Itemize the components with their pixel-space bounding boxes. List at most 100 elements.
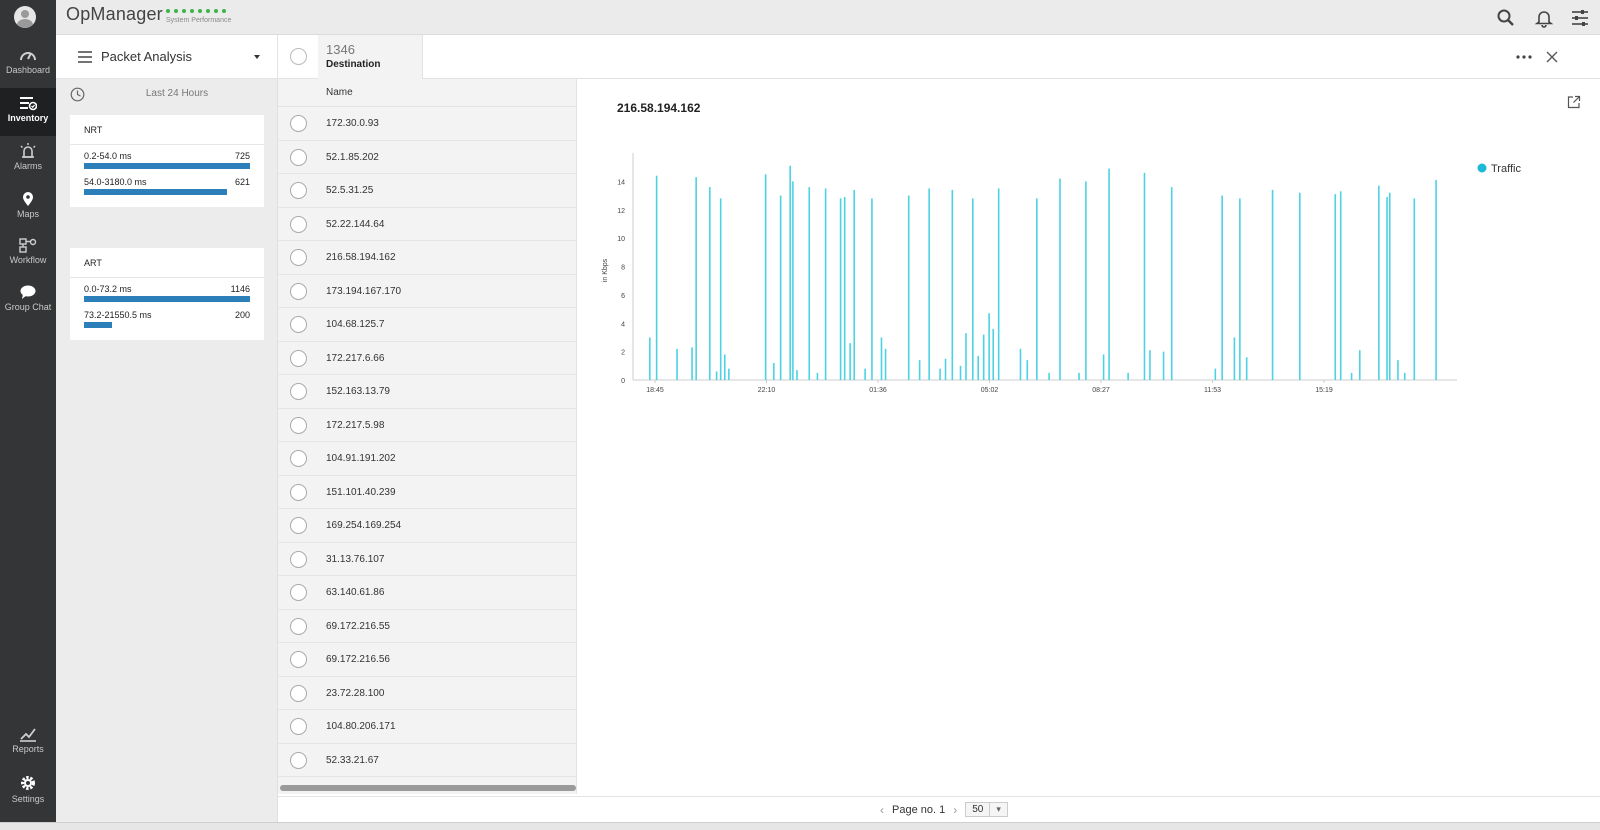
traffic-spike	[1170, 187, 1173, 380]
close-icon[interactable]	[1546, 51, 1558, 63]
row-select-radio[interactable]	[290, 450, 307, 467]
art-bucket-row[interactable]: 0.0-73.2 ms 1146	[84, 284, 250, 306]
row-select-radio[interactable]	[290, 584, 307, 601]
list-item[interactable]: 69.172.216.56	[278, 643, 576, 677]
destination-tab[interactable]: 1346 Destination	[278, 35, 424, 79]
list-item[interactable]: 31.13.76.107	[278, 543, 576, 576]
list-item[interactable]: 52.5.31.25	[278, 174, 576, 208]
row-select-radio[interactable]	[290, 249, 307, 266]
list-item[interactable]: 52.1.85.202	[278, 141, 576, 174]
top-bar: OpManager System Performance	[56, 0, 1600, 35]
traffic-spike	[1078, 372, 1080, 380]
row-select-radio[interactable]	[290, 550, 307, 568]
nav-item-workflow[interactable]: Workflow	[0, 230, 56, 278]
row-select-radio[interactable]	[290, 215, 307, 233]
nav-item-alarms[interactable]: Alarms	[0, 136, 56, 184]
list-item[interactable]: 169.254.169.254	[278, 509, 576, 543]
map-pin-icon	[23, 192, 33, 206]
list-item[interactable]: 104.80.206.171	[278, 710, 576, 744]
nav-item-settings[interactable]: Settings	[0, 767, 56, 815]
row-select-radio[interactable]	[290, 517, 307, 534]
prev-page-icon[interactable]: ‹	[880, 803, 884, 817]
art-card: ART 0.0-73.2 ms 1146 73.2-21550.5 ms 200	[70, 248, 264, 340]
nav-item-inventory[interactable]: Inventory	[0, 88, 56, 136]
user-avatar[interactable]	[14, 6, 36, 28]
column-header-name[interactable]: Name	[326, 87, 353, 98]
list-item[interactable]: 104.68.125.7	[278, 308, 576, 342]
list-item[interactable]: 63.140.61.86	[278, 576, 576, 610]
traffic-spike	[884, 348, 887, 380]
list-item[interactable]: 152.163.13.79	[278, 375, 576, 409]
search-icon[interactable]	[1496, 8, 1516, 28]
module-selector[interactable]: Packet Analysis	[56, 35, 278, 79]
destination-ip: 31.13.76.107	[326, 553, 385, 565]
nav-item-maps[interactable]: Maps	[0, 184, 56, 232]
row-select-radio[interactable]	[290, 282, 307, 300]
row-select-radio[interactable]	[290, 148, 307, 166]
destination-ip: 52.22.144.64	[326, 218, 385, 230]
row-select-radio[interactable]	[290, 316, 307, 333]
module-label: Packet Analysis	[101, 49, 193, 64]
select-all-radio[interactable]	[290, 48, 307, 65]
nrt-bucket-row[interactable]: 0.2-54.0 ms 725	[84, 151, 250, 173]
horizontal-scrollbar[interactable]	[280, 785, 576, 791]
page-size-caret-icon[interactable]: ▾	[990, 802, 1008, 817]
row-select-radio[interactable]	[290, 483, 307, 501]
traffic-spike	[655, 175, 658, 380]
destination-label: Destination	[326, 59, 381, 70]
art-bucket-row[interactable]: 73.2-21550.5 ms 200	[84, 310, 250, 332]
y-tick-label: 6	[621, 293, 625, 300]
nav-item-dashboard[interactable]: Dashboard	[0, 40, 56, 88]
traffic-spike	[808, 187, 811, 380]
list-item[interactable]: 172.30.0.93	[278, 107, 576, 141]
nav-label: Maps	[16, 209, 39, 219]
row-select-radio[interactable]	[290, 751, 307, 769]
system-performance-indicator[interactable]	[166, 9, 226, 13]
row-select-radio[interactable]	[290, 115, 307, 132]
nav-label: Settings	[11, 794, 45, 804]
filter-sliders-icon[interactable]	[1570, 8, 1590, 28]
list-item[interactable]: 173.194.167.170	[278, 275, 576, 308]
page-size-select[interactable]: 50	[965, 802, 991, 817]
list-item[interactable]: 172.217.6.66	[278, 342, 576, 375]
more-options-icon[interactable]	[1516, 55, 1532, 59]
traffic-spike	[965, 333, 967, 380]
list-item[interactable]: 151.101.40.239	[278, 476, 576, 509]
sub-header: Packet Analysis 1346 Destination	[56, 35, 1600, 79]
dashboard-icon	[20, 52, 36, 61]
next-page-icon[interactable]: ›	[953, 803, 957, 817]
row-select-radio[interactable]	[290, 718, 307, 735]
destination-summary[interactable]: 1346 Destination	[318, 35, 423, 79]
row-select-radio[interactable]	[290, 349, 307, 367]
list-item[interactable]: 52.22.144.64	[278, 208, 576, 241]
row-select-radio[interactable]	[290, 182, 307, 199]
card-title: ART	[84, 258, 102, 268]
list-item[interactable]: 216.58.194.162	[278, 241, 576, 275]
nav-item-group-chat[interactable]: Group Chat	[0, 277, 56, 325]
list-item[interactable]: 172.217.5.98	[278, 409, 576, 442]
row-select-radio[interactable]	[290, 383, 307, 400]
list-item[interactable]: 104.91.191.202	[278, 442, 576, 476]
row-select-radio[interactable]	[290, 651, 307, 668]
nrt-bucket-row[interactable]: 54.0-3180.0 ms 621	[84, 177, 250, 199]
bell-icon[interactable]	[1534, 8, 1554, 28]
destination-ip: 104.80.206.171	[326, 721, 396, 732]
time-range-selector[interactable]: Last 24 Hours	[56, 79, 278, 109]
filter-panel: Last 24 Hours NRT 0.2-54.0 ms 725 54.0-3…	[56, 79, 278, 822]
row-select-radio[interactable]	[290, 684, 307, 702]
list-item[interactable]: 52.33.21.67	[278, 744, 576, 777]
traffic-spike	[1403, 372, 1406, 380]
destination-ip: 173.194.167.170	[326, 285, 402, 297]
traffic-spike	[1378, 185, 1380, 380]
app-title[interactable]: OpManager	[66, 4, 163, 25]
nav-item-reports[interactable]: Reports	[0, 719, 56, 767]
traffic-spike	[1233, 337, 1236, 380]
list-item[interactable]: 23.72.28.100	[278, 677, 576, 710]
row-select-radio[interactable]	[290, 617, 307, 635]
row-select-radio[interactable]	[290, 416, 307, 434]
y-axis-label: in Kbps	[602, 258, 609, 282]
traffic-spike	[715, 371, 718, 380]
traffic-spike	[649, 337, 651, 380]
list-item[interactable]: 69.172.216.55	[278, 610, 576, 643]
traffic-spike	[992, 328, 995, 380]
